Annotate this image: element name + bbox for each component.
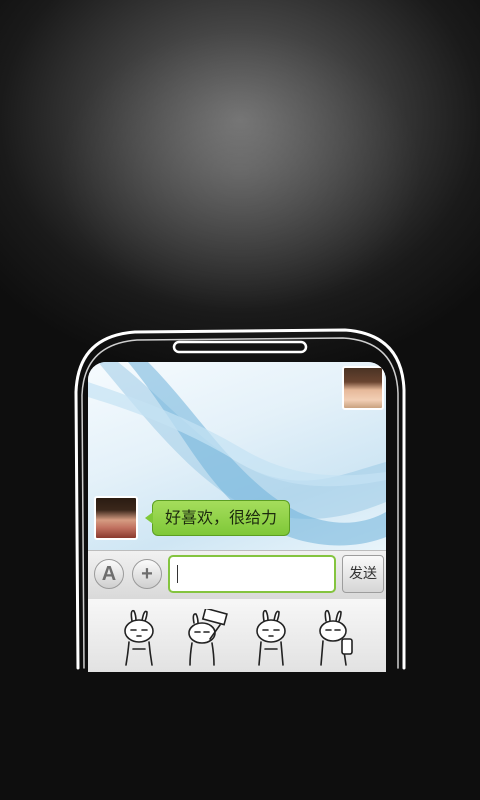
message-input[interactable] — [168, 555, 336, 593]
text-caret — [177, 565, 178, 583]
emoji-panel — [88, 599, 386, 672]
chat-screen: 好喜欢，很给力 A + 发送 — [88, 362, 386, 672]
send-label: 发送 — [349, 566, 377, 582]
add-button[interactable]: + — [132, 559, 162, 589]
font-button[interactable]: A — [94, 559, 124, 589]
send-button[interactable]: 发送 — [342, 555, 384, 593]
message-text: 好喜欢，很给力 — [165, 508, 278, 527]
rabbit-sticker[interactable] — [246, 609, 296, 669]
input-bar: A + 发送 — [88, 550, 386, 600]
font-icon: A — [101, 563, 117, 585]
message-bubble: 好喜欢，很给力 — [144, 500, 291, 536]
rabbit-sticker[interactable] — [114, 609, 164, 669]
plus-icon: + — [141, 563, 153, 585]
rabbit-money-sticker[interactable] — [180, 609, 230, 669]
rabbit-phone-sticker[interactable] — [312, 609, 362, 669]
my-avatar[interactable] — [342, 366, 384, 410]
friend-avatar[interactable] — [94, 496, 138, 540]
